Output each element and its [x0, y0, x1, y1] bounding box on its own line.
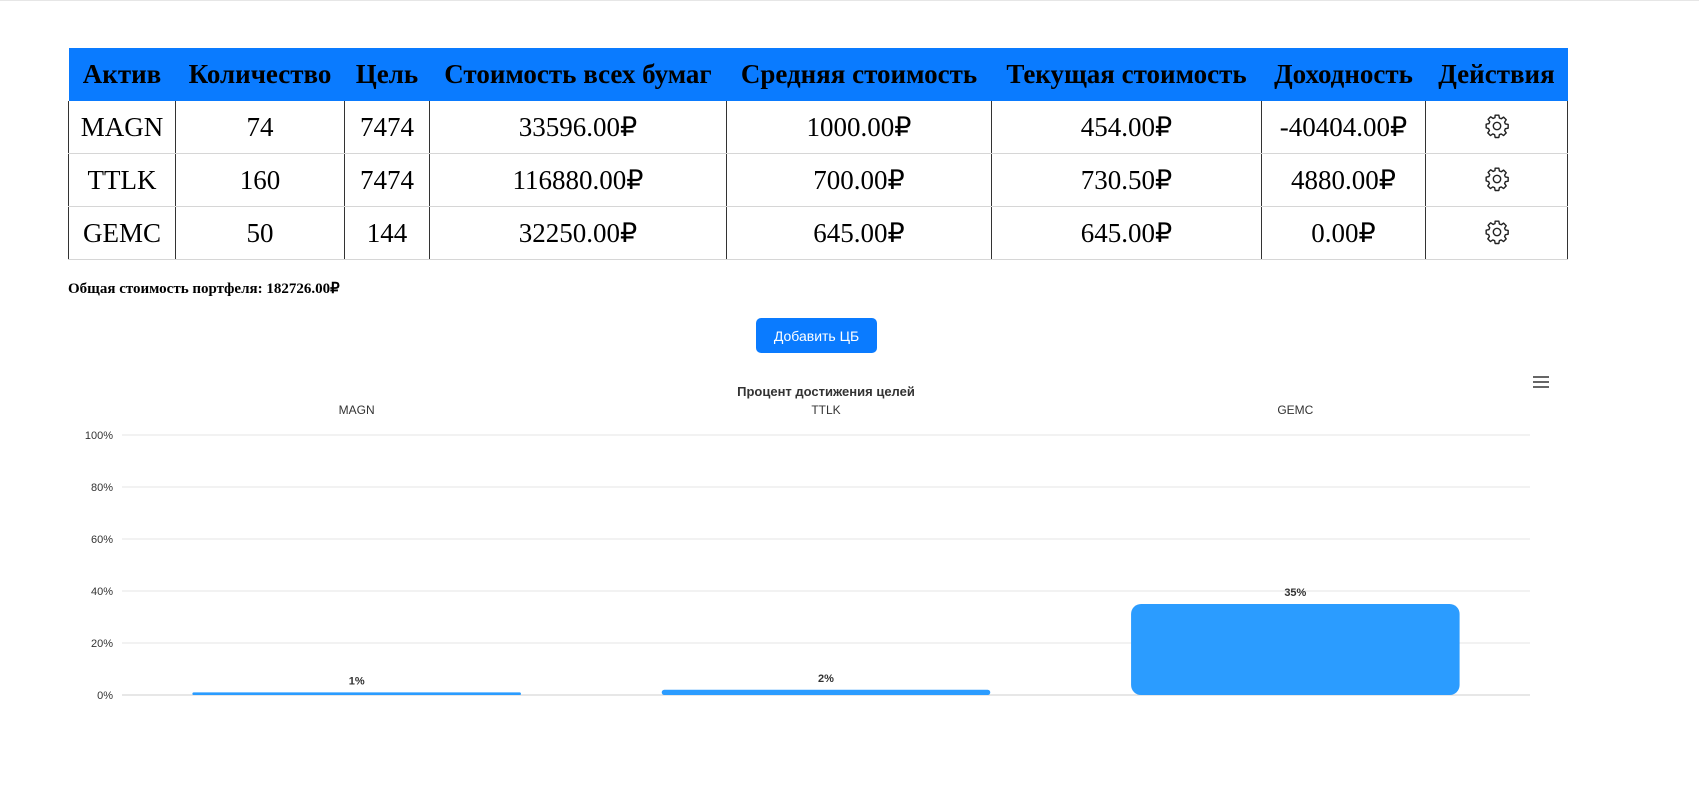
y-tick-label: 40%	[91, 586, 113, 598]
y-tick-label: 60%	[91, 534, 113, 546]
goal-progress-chart: Процент достижения целей 0% 20% 40% 60% 80% 10…	[85, 384, 1530, 702]
y-tick-label: 80%	[91, 482, 113, 494]
category-label: TTLK	[811, 403, 840, 417]
y-tick-label: 0%	[97, 690, 113, 702]
category-label: GEMC	[1277, 403, 1313, 417]
data-label: 1%	[349, 675, 365, 687]
chart-title: Процент достижения целей	[737, 384, 915, 399]
bar	[192, 692, 521, 695]
bar	[1131, 604, 1460, 695]
bar	[661, 689, 991, 695]
y-tick-label: 100%	[85, 430, 113, 442]
category-label: MAGN	[339, 403, 375, 417]
y-tick-label: 20%	[91, 638, 113, 650]
data-label: 35%	[1284, 587, 1306, 599]
data-label: 2%	[818, 673, 834, 685]
